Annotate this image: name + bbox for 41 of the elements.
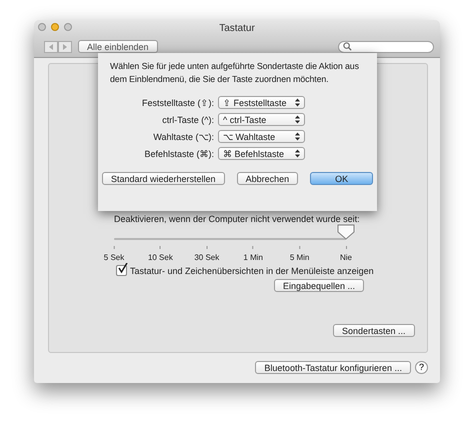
forward-arrow-icon bbox=[62, 44, 68, 50]
action-popup[interactable]: ^ ctrl-Taste bbox=[218, 113, 305, 126]
updown-icon bbox=[295, 98, 300, 107]
close-button[interactable] bbox=[38, 23, 46, 31]
window-title: Tastatur bbox=[219, 22, 255, 34]
dialog-button[interactable]: Abbrechen bbox=[236, 172, 298, 185]
updown-icon bbox=[295, 132, 300, 141]
back-button[interactable] bbox=[44, 40, 58, 52]
minimize-button[interactable] bbox=[51, 23, 59, 31]
backlight-label: Deaktivieren, wenn der Computer nicht verwendet wurde seit: bbox=[114, 214, 360, 224]
checkbox-label: Tastatur- und Zeichenübersichten in der Menüleiste anzeigen bbox=[130, 266, 374, 276]
checkbox[interactable] bbox=[116, 265, 127, 276]
action-popup[interactable]: ⌥ Wahltaste bbox=[218, 130, 305, 143]
dialog-message: Wählen Sie für jede unten aufgeführte Sondertaste die Aktion aus dem Einblendmenü, die Sie der Taste zuordnen möchten. bbox=[110, 60, 360, 86]
show-all-button[interactable]: Alle einblenden bbox=[78, 40, 158, 53]
bluetooth-button[interactable]: Bluetooth-Tastatur konfigurieren ... bbox=[255, 361, 411, 374]
help-button[interactable]: ? bbox=[415, 361, 428, 374]
tick-label: 5 Sek bbox=[104, 253, 124, 262]
key-label: Befehlstaste (⌘): bbox=[143, 148, 214, 158]
tick-label: 10 Sek bbox=[148, 253, 173, 262]
modifier-keys-button[interactable]: Sondertasten ... bbox=[333, 324, 415, 337]
updown-icon bbox=[295, 115, 300, 124]
search-field[interactable] bbox=[338, 40, 434, 52]
key-label: ctrl-Taste (^): bbox=[161, 114, 214, 124]
key-label: Wahltaste (⌥): bbox=[152, 132, 214, 142]
slider-thumb[interactable] bbox=[337, 224, 355, 240]
ok-button[interactable]: OK bbox=[310, 172, 374, 185]
input-sources-button[interactable]: Eingabequellen ... bbox=[274, 279, 364, 292]
updown-icon bbox=[295, 149, 300, 158]
back-arrow-icon bbox=[48, 44, 54, 50]
key-label: Feststelltaste (⇪): bbox=[140, 98, 214, 108]
tick-label: Nie bbox=[340, 253, 352, 262]
dialog-button[interactable]: Standard wiederherstellen bbox=[102, 172, 225, 185]
tick-label: 1 Min bbox=[243, 253, 263, 262]
forward-button[interactable] bbox=[58, 40, 72, 52]
tick-label: 30 Sek bbox=[194, 253, 220, 262]
action-popup[interactable]: ⌘ Befehlstaste bbox=[218, 147, 305, 160]
action-popup[interactable]: ⇪ Feststelltaste bbox=[218, 96, 305, 109]
zoom-button[interactable] bbox=[64, 23, 72, 31]
tick-label: 5 Min bbox=[290, 253, 310, 262]
search-icon bbox=[343, 42, 352, 51]
